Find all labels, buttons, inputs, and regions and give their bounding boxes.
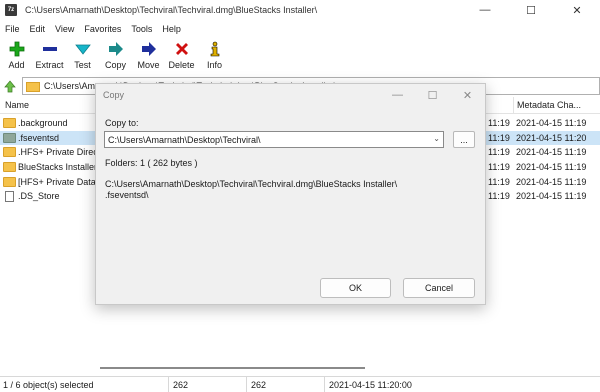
test-button[interactable]: Test [66, 37, 99, 75]
delete-label: Delete [168, 60, 195, 70]
maximize-button[interactable]: ☐ [508, 0, 554, 20]
move-label: Move [137, 60, 160, 70]
test-label: Test [74, 60, 91, 70]
copy-dialog: Copy — ☐ ✕ Copy to: C:\Users\Amarnath\De… [95, 83, 486, 305]
menu-edit[interactable]: Edit [25, 24, 51, 34]
column-header-metadata[interactable]: Metadata Cha... [517, 100, 581, 110]
menu-tools[interactable]: Tools [126, 24, 157, 34]
folder-icon [26, 81, 40, 92]
source-path-line-2: .fseventsd\ [105, 190, 149, 200]
dialog-title: Copy [103, 90, 125, 100]
folder-icon [3, 176, 16, 187]
x-icon [173, 40, 191, 58]
folders-info: Folders: 1 ( 262 bytes ) [105, 158, 198, 168]
item-metadata-changed: 2021-04-15 11:19 [516, 147, 587, 158]
add-label: Add [8, 60, 25, 70]
dialog-maximize-button[interactable]: ☐ [415, 84, 450, 106]
dialog-close-button[interactable]: ✕ [450, 84, 485, 106]
status-divider [168, 377, 169, 392]
copy-label: Copy [104, 60, 126, 70]
chevron-down-icon[interactable]: ⌄ [433, 134, 440, 143]
item-name: BlueStacks Installer [18, 162, 98, 173]
copy-to-label: Copy to: [105, 118, 139, 128]
status-selection: 1 / 6 object(s) selected [3, 380, 94, 390]
item-name: .HFS+ Private Direct [18, 147, 101, 158]
folder-icon [3, 162, 16, 173]
item-time: 11:19 [488, 191, 510, 202]
item-metadata-changed: 2021-04-15 11:20 [516, 132, 587, 143]
menu-favorites[interactable]: Favorites [79, 24, 126, 34]
item-metadata-changed: 2021-04-15 11:19 [516, 118, 587, 128]
copy-button[interactable]: Copy [99, 37, 132, 75]
file-icon [5, 191, 14, 203]
column-header-name[interactable]: Name [5, 100, 29, 110]
menu-help[interactable]: Help [157, 24, 186, 34]
item-metadata-changed: 2021-04-15 11:19 [516, 162, 587, 173]
title-bar: 7z C:\Users\Amarnath\Desktop\Techviral\T… [0, 0, 600, 20]
add-button[interactable]: Add [0, 37, 33, 75]
destination-path-combobox[interactable]: C:\Users\Amarnath\Desktop\Techviral\ ⌄ [104, 131, 444, 148]
item-name: .background [18, 118, 68, 128]
minus-icon [41, 40, 59, 58]
move-button[interactable]: Move [132, 37, 165, 75]
destination-path-value: C:\Users\Amarnath\Desktop\Techviral\ [108, 134, 261, 145]
info-label: Info [206, 60, 222, 70]
status-size: 262 [173, 380, 189, 390]
up-folder-button[interactable] [0, 77, 20, 95]
ok-button[interactable]: OK [320, 278, 391, 298]
status-divider [246, 377, 247, 392]
folder-icon [3, 147, 16, 158]
item-time: 11:19 [488, 132, 510, 143]
status-bar: 1 / 6 object(s) selected 262 262 2021-04… [0, 376, 600, 392]
window-controls: — ☐ ✕ [462, 0, 600, 20]
folder-icon [3, 132, 16, 143]
status-divider [324, 377, 325, 392]
info-button[interactable]: Info [198, 37, 231, 75]
folder-icon [3, 118, 16, 128]
item-metadata-changed: 2021-04-15 11:19 [516, 176, 587, 187]
dialog-window-controls: — ☐ ✕ [380, 84, 485, 106]
check-arrow-icon [74, 40, 92, 58]
item-time: 11:19 [488, 176, 510, 187]
status-modified: 2021-04-15 11:20:00 [329, 380, 412, 390]
horizontal-scrollbar[interactable] [100, 367, 365, 369]
dialog-minimize-button[interactable]: — [380, 84, 415, 106]
delete-button[interactable]: Delete [165, 37, 198, 75]
up-arrow-icon [4, 80, 16, 93]
item-name: [HFS+ Private Data] [18, 176, 99, 187]
cancel-button[interactable]: Cancel [403, 278, 475, 298]
source-path-line-1: C:\Users\Amarnath\Desktop\Techviral\Tech… [105, 179, 398, 189]
menu-file[interactable]: File [0, 24, 25, 34]
extract-label: Extract [35, 60, 64, 70]
toolbar: Add Extract Test Copy Move Delete Info [0, 37, 231, 75]
extract-button[interactable]: Extract [33, 37, 66, 75]
item-time: 11:19 [488, 147, 510, 158]
column-divider[interactable] [513, 97, 514, 113]
item-metadata-changed: 2021-04-15 11:19 [516, 191, 587, 202]
menu-view[interactable]: View [50, 24, 79, 34]
plus-icon [8, 40, 26, 58]
info-icon [206, 40, 224, 58]
item-name: .fseventsd [18, 132, 60, 143]
move-arrow-icon [140, 40, 158, 58]
item-name: .DS_Store [18, 191, 60, 202]
app-icon: 7z [5, 4, 17, 16]
item-time: 11:19 [488, 162, 510, 173]
close-button[interactable]: ✕ [554, 0, 600, 20]
status-packed-size: 262 [251, 380, 267, 390]
browse-button[interactable]: ... [453, 131, 475, 148]
menu-bar: File Edit View Favorites Tools Help [0, 21, 186, 37]
item-time: 11:19 [488, 118, 510, 128]
window-title: C:\Users\Amarnath\Desktop\Techviral\Tech… [25, 5, 318, 15]
minimize-button[interactable]: — [462, 0, 508, 20]
copy-arrow-icon [107, 40, 125, 58]
